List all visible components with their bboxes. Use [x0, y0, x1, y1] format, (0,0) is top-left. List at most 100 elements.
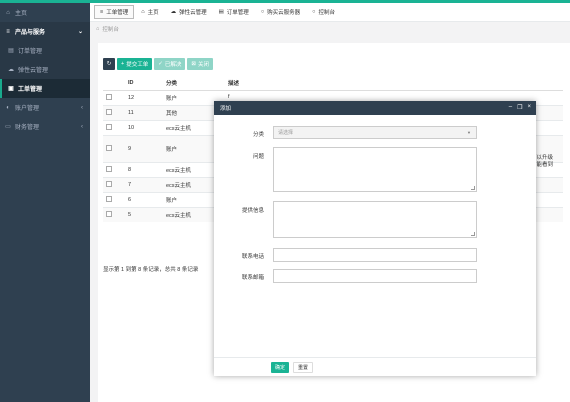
sidebar-item-elastic-cloud[interactable]: ☁ 弹性云管理 — [0, 60, 90, 79]
row-checkbox-cell — [103, 134, 125, 162]
dialog-header: 添加 – ❐ × — [214, 101, 536, 115]
sidebar-item-label: 财务管理 — [15, 125, 40, 131]
column-header-category[interactable]: 分类 — [163, 76, 225, 91]
tab-label: 工单管理 — [106, 10, 129, 16]
sidebar-item-home[interactable]: ⌂ 主页 — [0, 3, 90, 22]
calendar-icon: ▣ — [8, 86, 14, 92]
row-id: 11 — [125, 104, 163, 120]
row-checkbox-cell — [103, 176, 125, 192]
tab-elastic-cloud[interactable]: ☁ 弹性云管理 — [166, 5, 212, 19]
add-ticket-dialog: 添加 – ❐ × 分类 请选择 ▼ 问题 提供信息 联系电话 联系邮箱 确定 重… — [214, 101, 536, 376]
close-box-icon: ⊠ — [191, 61, 196, 67]
sidebar: ⌂ 主页 ≡ 产品与服务 ⌄ ▤ 订单管理 ☁ 弹性云管理 ▣ 工单管理 ◐ 账… — [0, 3, 90, 402]
tab-console[interactable]: ○ 控制台 — [307, 5, 340, 19]
email-label: 联系邮箱 — [241, 275, 264, 281]
check-icon: ✓ — [158, 61, 163, 67]
chevron-left-icon: ‹ — [81, 123, 83, 130]
resize-handle-icon[interactable] — [471, 232, 475, 236]
question-textarea[interactable] — [273, 147, 477, 192]
table-header-row: ID 分类 描述 — [103, 76, 563, 91]
dialog-body: 分类 请选择 ▼ 问题 提供信息 联系电话 联系邮箱 — [214, 115, 536, 357]
row-checkbox[interactable] — [106, 93, 112, 100]
money-icon: ▭ — [5, 124, 11, 130]
file-icon: ▤ — [8, 48, 14, 54]
row-id: 9 — [125, 134, 163, 162]
sidebar-item-products[interactable]: ≡ 产品与服务 ⌄ — [0, 22, 90, 41]
row-id: 8 — [125, 161, 163, 177]
email-field[interactable] — [273, 269, 477, 283]
category-label: 分类 — [252, 132, 264, 138]
maximize-icon[interactable]: ❐ — [517, 104, 522, 111]
refresh-button[interactable]: ↻ — [103, 58, 115, 70]
submit-ticket-button[interactable]: + 提交工单 — [117, 58, 153, 70]
chevron-down-icon: ⌄ — [77, 29, 83, 35]
tab-label: 订单管理 — [226, 10, 249, 16]
button-label: 关闭 — [197, 62, 209, 68]
sidebar-item-label: 工单管理 — [18, 87, 43, 93]
row-checkbox[interactable] — [106, 108, 112, 115]
row-id: 7 — [125, 176, 163, 192]
row-id: 5 — [125, 206, 163, 222]
list-icon: ≡ — [100, 9, 104, 15]
select-all-header — [103, 76, 125, 91]
row-checkbox-cell — [103, 119, 125, 135]
attachment-textarea[interactable] — [273, 201, 477, 238]
category-placeholder: 请选择 — [278, 130, 294, 136]
button-label: 提交工单 — [126, 62, 149, 68]
main-area: ≡ 工单管理 ⌂ 主页 ☁ 弹性云管理 ▤ 订单管理 ○ 购买云服务器 ○ 控制台 ⌂ 控制… — [90, 3, 570, 402]
row-checkbox[interactable] — [106, 210, 112, 217]
cloud-icon: ☁ — [170, 9, 177, 15]
row-checkbox[interactable] — [106, 123, 112, 130]
toolbar: ↻ + 提交工单 ✓ 已解决 ⊠ 关闭 — [103, 58, 213, 70]
sidebar-item-orders[interactable]: ▤ 订单管理 — [0, 41, 90, 60]
dialog-title: 添加 — [220, 106, 232, 112]
confirm-button[interactable]: 确定 — [271, 361, 290, 373]
cloud-icon: ☁ — [8, 67, 14, 73]
category-select[interactable]: 请选择 ▼ — [273, 126, 477, 139]
attachment-label: 提供信息 — [241, 208, 264, 214]
row-checkbox-cell — [103, 206, 125, 222]
list-icon: ≡ — [6, 28, 10, 35]
sidebar-item-account[interactable]: ◐ 账户管理 ‹ — [0, 98, 90, 117]
tab-tickets[interactable]: ≡ 工单管理 — [94, 5, 135, 19]
column-header-description[interactable]: 描述 — [225, 76, 563, 91]
sidebar-item-finance[interactable]: ▭ 财务管理 ‹ — [0, 117, 90, 136]
sidebar-item-label: 弹性云管理 — [18, 68, 49, 74]
tab-buy-server[interactable]: ○ 购买云服务器 — [256, 5, 305, 19]
phone-field[interactable] — [273, 248, 477, 262]
tab-orders[interactable]: ▤ 订单管理 — [214, 5, 254, 19]
row-checkbox[interactable] — [106, 195, 112, 202]
row-checkbox-cell — [103, 161, 125, 177]
sidebar-submenu: ▤ 订单管理 ☁ 弹性云管理 ▣ 工单管理 — [0, 41, 90, 98]
row-id: 6 — [125, 191, 163, 207]
question-label: 问题 — [252, 154, 264, 160]
breadcrumb-label[interactable]: 控制台 — [102, 25, 119, 33]
sidebar-item-label: 账户管理 — [15, 106, 40, 112]
row-checkbox[interactable] — [106, 144, 112, 151]
close-icon[interactable]: × — [527, 104, 531, 111]
circle-icon: ○ — [312, 9, 316, 15]
tab-label: 主页 — [147, 10, 159, 16]
tab-label: 控制台 — [318, 10, 335, 16]
row-checkbox[interactable] — [106, 180, 112, 187]
reset-button[interactable]: 重置 — [293, 361, 314, 373]
home-icon: ⌂ — [96, 26, 100, 32]
sidebar-item-label: 产品与服务 — [15, 30, 46, 36]
dialog-controls: – ❐ × — [509, 104, 531, 111]
row-id: 10 — [125, 119, 163, 135]
circle-icon: ○ — [260, 9, 265, 15]
row-checkbox[interactable] — [106, 165, 112, 172]
column-header-id[interactable]: ID — [125, 76, 163, 91]
refresh-icon: ↻ — [106, 61, 112, 67]
tab-home[interactable]: ⌂ 主页 — [136, 5, 163, 19]
row-checkbox-cell — [103, 191, 125, 207]
resize-handle-icon[interactable] — [471, 186, 475, 190]
resolved-button[interactable]: ✓ 已解决 — [154, 58, 186, 70]
close-ticket-button[interactable]: ⊠ 关闭 — [187, 58, 213, 70]
pagination-info: 显示第 1 到第 8 条记录，总共 8 条记录 — [103, 267, 199, 273]
minimize-icon[interactable]: – — [509, 104, 512, 111]
home-icon: ⌂ — [6, 9, 10, 16]
row-checkbox-cell — [103, 104, 125, 120]
caret-down-icon: ▼ — [467, 130, 471, 135]
sidebar-item-tickets[interactable]: ▣ 工单管理 — [0, 79, 90, 98]
